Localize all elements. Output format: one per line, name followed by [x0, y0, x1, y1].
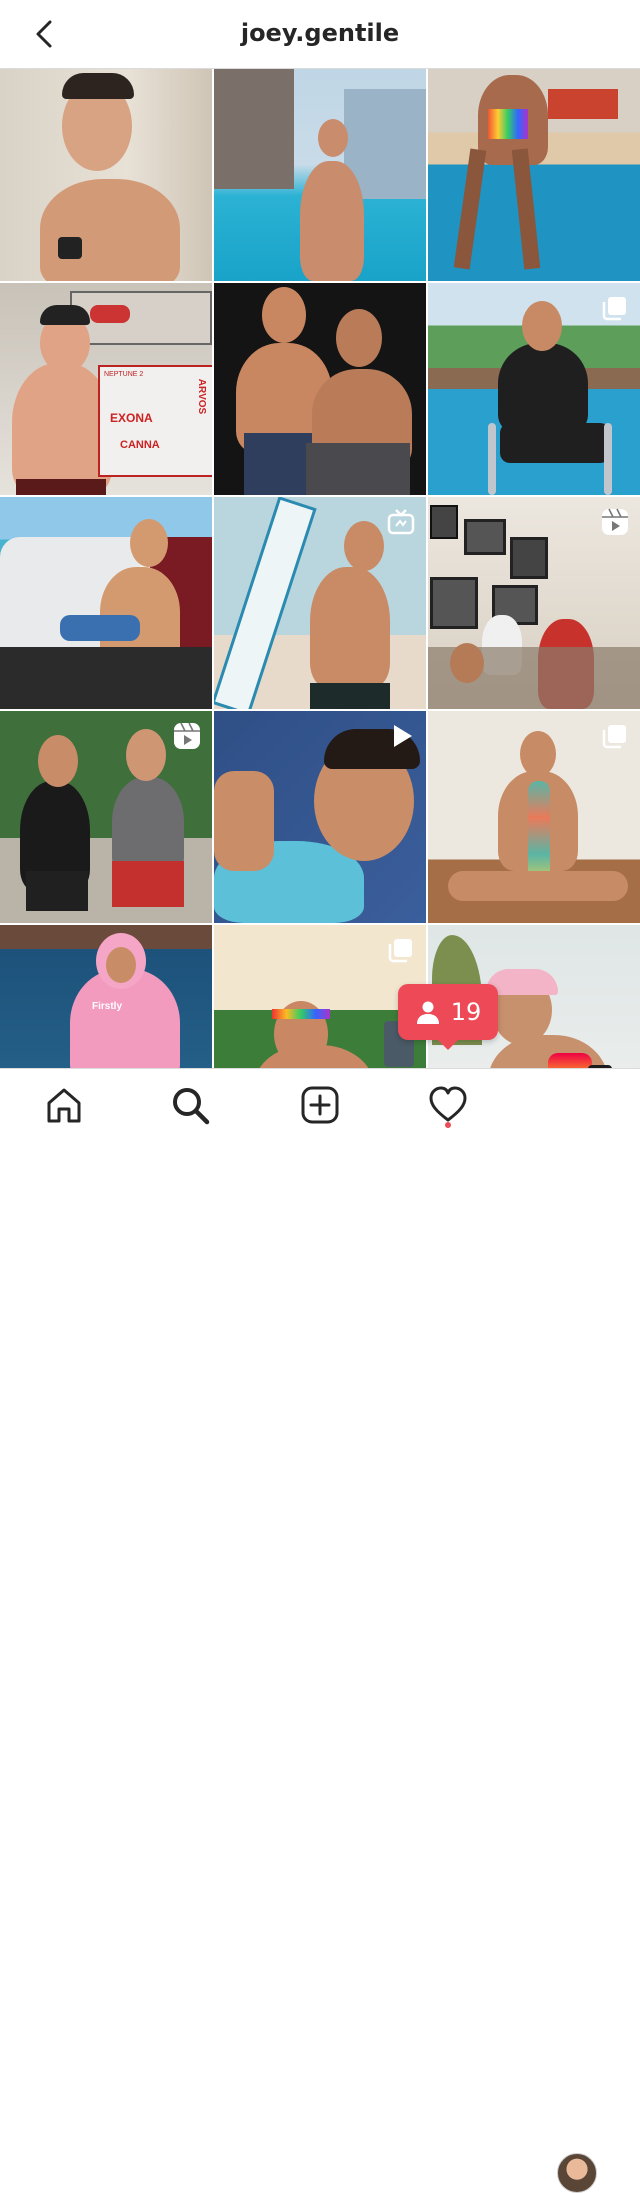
post-thumbnail[interactable] — [428, 497, 640, 709]
profile-username[interactable]: joey.gentile — [0, 19, 640, 47]
photo — [0, 69, 212, 281]
box-label: ARVOS — [196, 378, 208, 415]
photo — [214, 283, 426, 495]
post-thumbnail[interactable] — [428, 69, 640, 281]
tab-search[interactable] — [168, 1083, 212, 1127]
post-thumbnail[interactable] — [0, 711, 212, 923]
search-icon — [173, 1088, 210, 1125]
posts-grid: NEPTUNE 2 EXONA CANNA ARVOS Firstly — [0, 69, 640, 1137]
carousel-icon — [600, 721, 630, 751]
post-thumbnail[interactable] — [428, 711, 640, 923]
photo — [428, 69, 640, 281]
photo: NEPTUNE 2 EXONA CANNA ARVOS — [0, 283, 212, 495]
home-icon — [47, 1088, 81, 1123]
igtv-icon — [386, 507, 416, 537]
reels-icon — [600, 507, 630, 537]
play-icon — [386, 721, 416, 751]
hoodie-text: Firstly — [92, 1001, 123, 1012]
reels-icon — [172, 721, 202, 751]
follower-notification[interactable]: 19 — [398, 984, 498, 1050]
person-icon — [416, 1001, 439, 1024]
activity-notification-dot — [445, 1122, 451, 1128]
notification-count: 19 — [450, 998, 482, 1026]
tab-home[interactable] — [42, 1083, 86, 1127]
profile-avatar[interactable] — [557, 2153, 597, 2193]
bottom-tab-bar — [0, 1068, 640, 2193]
post-thumbnail[interactable] — [0, 497, 212, 709]
tab-activity[interactable] — [426, 1083, 470, 1127]
post-thumbnail[interactable] — [214, 497, 426, 709]
tab-new-post[interactable] — [298, 1083, 342, 1127]
box-label: CANNA — [120, 439, 160, 451]
photo — [0, 497, 212, 709]
box-label: NEPTUNE 2 — [104, 371, 144, 378]
photo — [214, 69, 426, 281]
post-thumbnail[interactable] — [214, 69, 426, 281]
post-thumbnail[interactable] — [428, 283, 640, 495]
box-label: EXONA — [110, 411, 153, 425]
carousel-icon — [600, 293, 630, 323]
activity-heart-icon — [429, 1086, 467, 1122]
post-thumbnail[interactable]: NEPTUNE 2 EXONA CANNA ARVOS — [0, 283, 212, 495]
new-post-icon — [301, 1086, 339, 1124]
post-thumbnail[interactable] — [214, 283, 426, 495]
top-bar: joey.gentile — [0, 0, 640, 69]
carousel-icon — [386, 935, 416, 965]
post-thumbnail[interactable] — [214, 711, 426, 923]
post-thumbnail[interactable] — [0, 69, 212, 281]
